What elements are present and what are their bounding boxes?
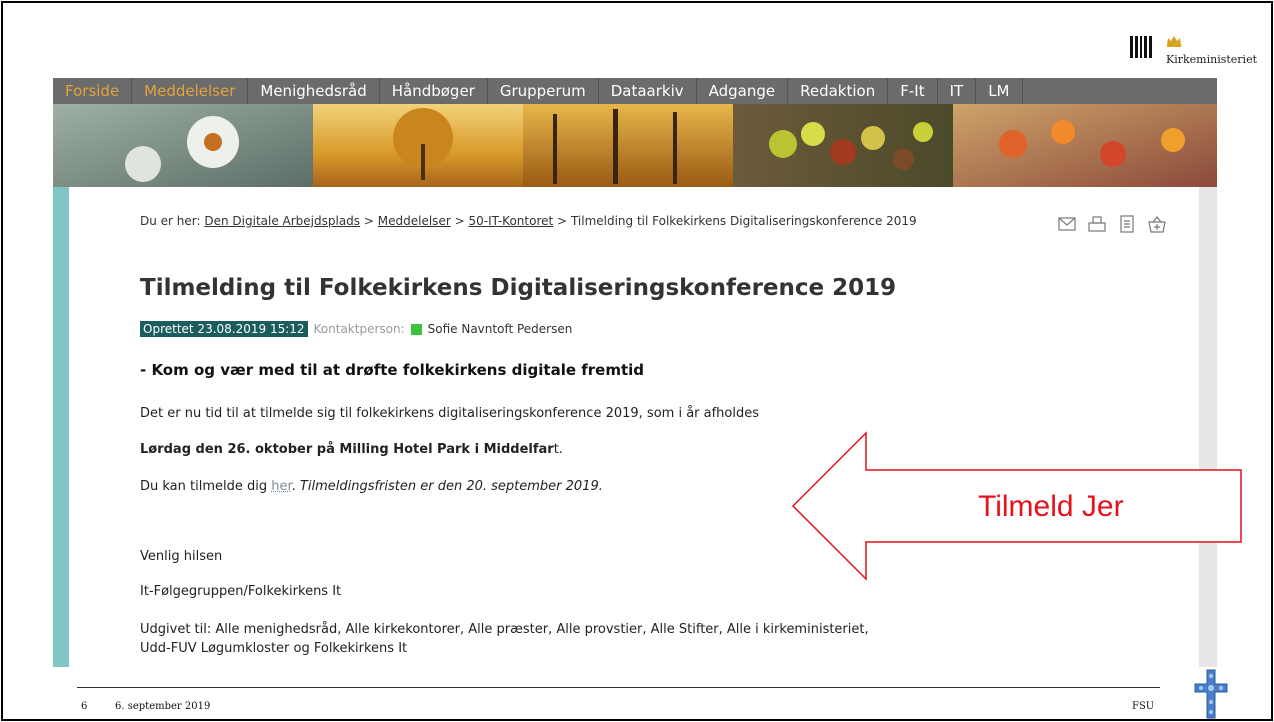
created-badge: Oprettet 23.08.2019 15:12	[140, 321, 308, 337]
sender: It-Følgegruppen/Folkekirkens It	[140, 584, 342, 599]
nav-item-dataarkiv[interactable]: Dataarkiv	[599, 78, 697, 104]
date-place-paragraph: Lørdag den 26. oktober på Milling Hotel …	[140, 442, 563, 457]
cross-logo-icon	[1194, 669, 1228, 719]
breadcrumb-link-meddelelser[interactable]: Meddelelser	[378, 214, 451, 228]
logo-text: Kirkeministeriet	[1166, 53, 1258, 66]
mail-icon[interactable]	[1057, 215, 1077, 233]
basket-icon[interactable]	[1147, 215, 1167, 233]
footer-org: FSU	[1132, 701, 1155, 712]
breadcrumb-link-it-kontoret[interactable]: 50-IT-Kontoret	[468, 214, 553, 228]
nav-item-haandboeger[interactable]: Håndbøger	[380, 78, 488, 104]
print-icon[interactable]	[1087, 215, 1107, 233]
intro-paragraph: Det er nu tid til at tilmelde sig til fo…	[140, 406, 760, 421]
footer-date: 6. september 2019	[115, 701, 211, 712]
signup-prefix: Du kan tilmelde dig	[140, 479, 272, 494]
deadline-text: Tilmeldingsfristen er den 20. september …	[299, 479, 603, 494]
main-navigation: Forside Meddelelser Menighedsråd Håndbøg…	[53, 78, 1217, 104]
article-subtitle: - Kom og vær med til at drøfte folkekirk…	[140, 361, 645, 379]
date-place-text: Lørdag den 26. oktober på Milling Hotel …	[140, 442, 554, 457]
breadcrumb-current: Tilmelding til Folkekirkens Digitaliseri…	[570, 214, 917, 228]
footer-rule	[77, 687, 1160, 688]
accent-stripe	[53, 187, 69, 667]
crown-icon	[1167, 36, 1181, 47]
breadcrumb-separator: >	[363, 214, 374, 228]
logo-bars-icon	[1130, 36, 1152, 58]
contact-label: Kontaktperson:	[313, 322, 405, 336]
article-page: Du er her: Den Digitale Arbejdsplads > M…	[69, 187, 1199, 667]
signup-link[interactable]: her	[271, 479, 291, 494]
date-place-tail: t.	[553, 442, 563, 457]
online-status-icon	[410, 323, 422, 335]
nav-item-adgange[interactable]: Adgange	[697, 78, 789, 104]
nav-item-f-it[interactable]: F-It	[888, 78, 938, 104]
greeting: Venlig hilsen	[140, 549, 223, 564]
kirkeministeriet-logo: Kirkeministeriet	[1128, 34, 1274, 74]
breadcrumb: Du er her: Den Digitale Arbejdsplads > M…	[140, 214, 917, 228]
article-tools	[1057, 215, 1167, 233]
signup-paragraph: Du kan tilmelde dig her. Tilmeldingsfris…	[140, 479, 603, 494]
callout-text: Tilmeld Jer	[978, 490, 1124, 523]
nav-item-menighedsraad[interactable]: Menighedsråd	[248, 78, 380, 104]
nav-item-grupperum[interactable]: Grupperum	[488, 78, 599, 104]
seasonal-banner	[53, 104, 1217, 187]
banner-image	[53, 104, 1217, 187]
breadcrumb-link-arbejdsplads[interactable]: Den Digitale Arbejdsplads	[204, 214, 360, 228]
breadcrumb-prefix: Du er her:	[140, 214, 201, 228]
article-title: Tilmelding til Folkekirkens Digitaliseri…	[140, 275, 897, 301]
nav-item-redaktion[interactable]: Redaktion	[788, 78, 889, 104]
nav-item-meddelelser[interactable]: Meddelelser	[132, 78, 249, 104]
document-icon[interactable]	[1117, 215, 1137, 233]
nav-item-it[interactable]: IT	[938, 78, 977, 104]
nav-item-forside[interactable]: Forside	[53, 78, 133, 104]
signup-dot: .	[291, 479, 300, 494]
nav-item-lm[interactable]: LM	[976, 78, 1023, 104]
breadcrumb-separator: >	[557, 214, 568, 228]
breadcrumb-separator: >	[454, 214, 465, 228]
slide-number: 6	[81, 701, 88, 712]
published-to: Udgivet til: Alle menighedsråd, Alle kir…	[140, 622, 869, 656]
contact-name[interactable]: Sofie Navntoft Pedersen	[428, 322, 573, 336]
article-meta: Oprettet 23.08.2019 15:12 Kontaktperson:…	[140, 321, 572, 337]
page-scrollbar[interactable]	[1199, 187, 1217, 667]
